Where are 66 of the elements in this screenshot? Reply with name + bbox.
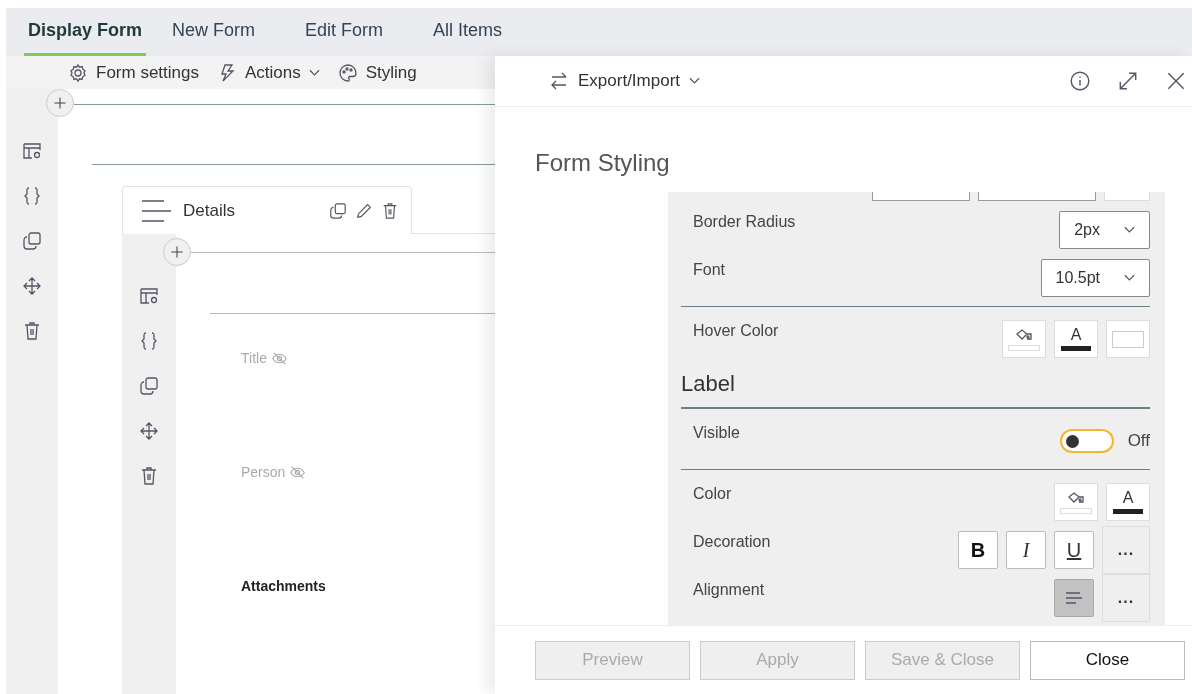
copy-icon[interactable] [329,201,347,220]
toggle-switch[interactable] [1059,429,1114,453]
chevron-down-icon [689,77,701,85]
align-left-button[interactable] [1054,579,1094,617]
dropdown[interactable] [872,192,970,201]
more-button[interactable]: ... [1102,574,1150,622]
form-tab[interactable]: New Form [168,8,280,56]
copy-icon[interactable] [22,231,42,251]
dropdown[interactable]: 10.5pt [1040,259,1150,297]
field-label: Attachments [241,578,326,594]
export-import-button[interactable]: Export/Import [549,71,701,91]
setting-label: Border Radius [693,213,796,231]
trash-icon[interactable] [22,321,42,341]
panel-title: Form Styling [534,148,671,178]
braces-icon[interactable] [22,186,42,206]
section-title: Details [183,200,236,221]
toolbar-button[interactable]: Form settings [68,62,199,83]
form-tab[interactable]: All Items [429,8,527,56]
dropdown[interactable] [978,192,1096,201]
underline-button[interactable]: U [1054,531,1094,569]
field-label: Person [241,464,286,480]
fill-color-button[interactable] [1002,320,1046,358]
settings-icon [68,62,88,83]
font-color-button[interactable]: A [1106,483,1150,521]
toolbar-button[interactable]: Styling [337,62,417,83]
expand-icon[interactable] [1117,70,1139,92]
palette-icon [337,62,358,83]
setting-label: Alignment [693,581,765,599]
chevron-down-icon [1124,274,1135,282]
paint-bucket-icon [1014,327,1034,342]
edit-icon[interactable] [355,201,373,220]
setting-label: Color [693,485,732,503]
setting-label: Font [693,261,725,279]
swap-arrows-icon [549,71,569,91]
plus-icon [52,95,68,111]
field-label: Title [241,350,267,366]
bold-button[interactable]: B [958,531,998,569]
toggle-state: Off [1127,431,1150,451]
braces-icon[interactable] [139,331,159,351]
plus-icon [169,244,185,260]
info-icon[interactable] [1069,70,1091,92]
table-settings-icon[interactable] [22,141,42,161]
paint-bucket-icon [1066,490,1086,505]
move-icon[interactable] [22,276,42,296]
action-button[interactable]: Close [1030,640,1185,680]
form-tab[interactable]: Edit Form [301,8,408,56]
setting-label: Hover Color [693,322,779,340]
dropdown[interactable]: 2px [1059,211,1150,249]
menu-icon[interactable] [141,199,171,222]
trash-icon[interactable] [381,201,399,220]
section-heading: Label [681,370,736,398]
copy-icon[interactable] [139,376,159,396]
toolbar-button[interactable]: Actions [217,62,320,83]
more-button[interactable]: ... [1102,526,1150,574]
table-settings-icon[interactable] [139,286,159,306]
close-icon[interactable] [1165,70,1187,92]
move-icon[interactable] [139,421,159,441]
setting-label: Decoration [693,533,771,551]
italic-button[interactable]: I [1006,531,1046,569]
chevron-down-icon [1124,226,1135,234]
fill-color-button[interactable] [1054,483,1098,521]
align-left-icon [1064,591,1084,605]
trash-icon[interactable] [139,466,159,486]
setting-label: Visible [693,424,740,442]
border-color-button[interactable] [1106,320,1150,358]
font-color-button[interactable]: A [1054,320,1098,358]
